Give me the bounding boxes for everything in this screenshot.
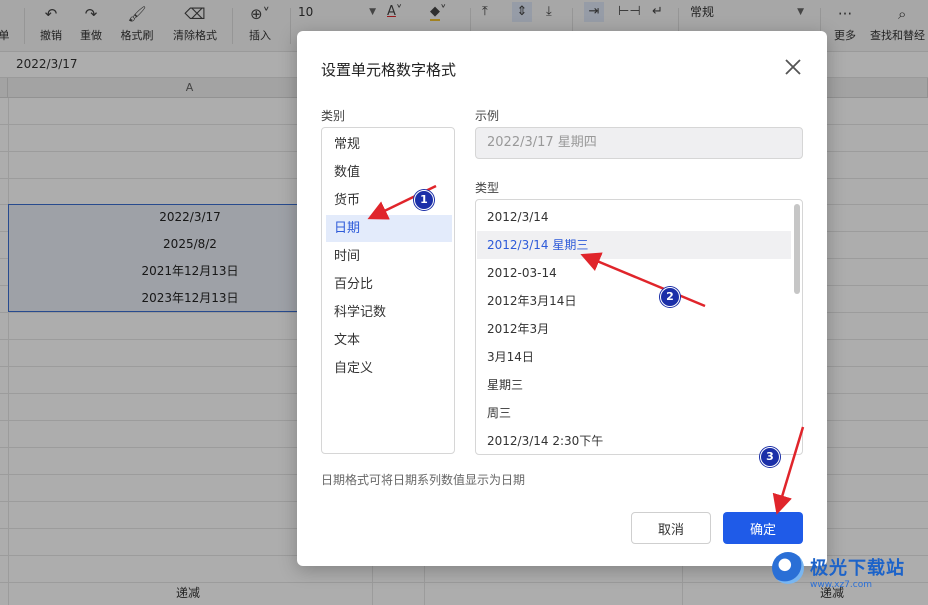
watermark-text: 极光下载站: [810, 558, 905, 579]
type-list-scrollbar[interactable]: [794, 204, 800, 294]
type-item[interactable]: 2012-03-14: [477, 259, 791, 287]
watermark-logo-icon: [772, 552, 804, 584]
type-label: 类型: [475, 181, 500, 195]
ok-button[interactable]: 确定: [723, 512, 803, 544]
type-item[interactable]: 3月14日: [477, 343, 791, 371]
close-icon[interactable]: [781, 55, 805, 79]
type-item[interactable]: 星期三: [477, 371, 791, 399]
watermark: 极光下载站 www.xz7.com: [772, 552, 922, 598]
category-item-custom[interactable]: 自定义: [326, 355, 452, 382]
example-preview: 2022/3/17 星期四: [475, 127, 803, 159]
category-item-time[interactable]: 时间: [326, 243, 452, 270]
cancel-button[interactable]: 取消: [631, 512, 711, 544]
type-item[interactable]: 2012/3/14: [477, 203, 791, 231]
example-label: 示例: [475, 109, 500, 123]
step-badge-2: 2: [660, 287, 680, 307]
category-item-general[interactable]: 常规: [326, 131, 452, 158]
number-format-dialog: 设置单元格数字格式 类别 常规 数值 货币 日期 时间 百分比 科学记数 文本 …: [297, 31, 827, 566]
format-hint: 日期格式可将日期系列数值显示为日期: [321, 473, 526, 487]
type-item-selected[interactable]: 2012/3/14 星期三: [477, 231, 791, 259]
dialog-title: 设置单元格数字格式: [321, 61, 457, 79]
category-item-date[interactable]: 日期: [326, 215, 452, 242]
category-item-number[interactable]: 数值: [326, 159, 452, 186]
category-item-scientific[interactable]: 科学记数: [326, 299, 452, 326]
watermark-subtext: www.xz7.com: [810, 580, 872, 590]
type-list: 2012/3/14 2012/3/14 星期三 2012-03-14 2012年…: [475, 199, 803, 455]
category-item-text[interactable]: 文本: [326, 327, 452, 354]
category-label: 类别: [321, 109, 346, 123]
step-badge-3: 3: [760, 447, 780, 467]
type-item[interactable]: 2012/3/14 2:30下午: [477, 427, 791, 454]
category-list: 常规 数值 货币 日期 时间 百分比 科学记数 文本 自定义: [321, 127, 455, 454]
type-item[interactable]: 2012年3月: [477, 315, 791, 343]
type-item[interactable]: 周三: [477, 399, 791, 427]
category-item-percentage[interactable]: 百分比: [326, 271, 452, 298]
type-item[interactable]: 2012年3月14日: [477, 287, 791, 315]
step-badge-1: 1: [414, 190, 434, 210]
